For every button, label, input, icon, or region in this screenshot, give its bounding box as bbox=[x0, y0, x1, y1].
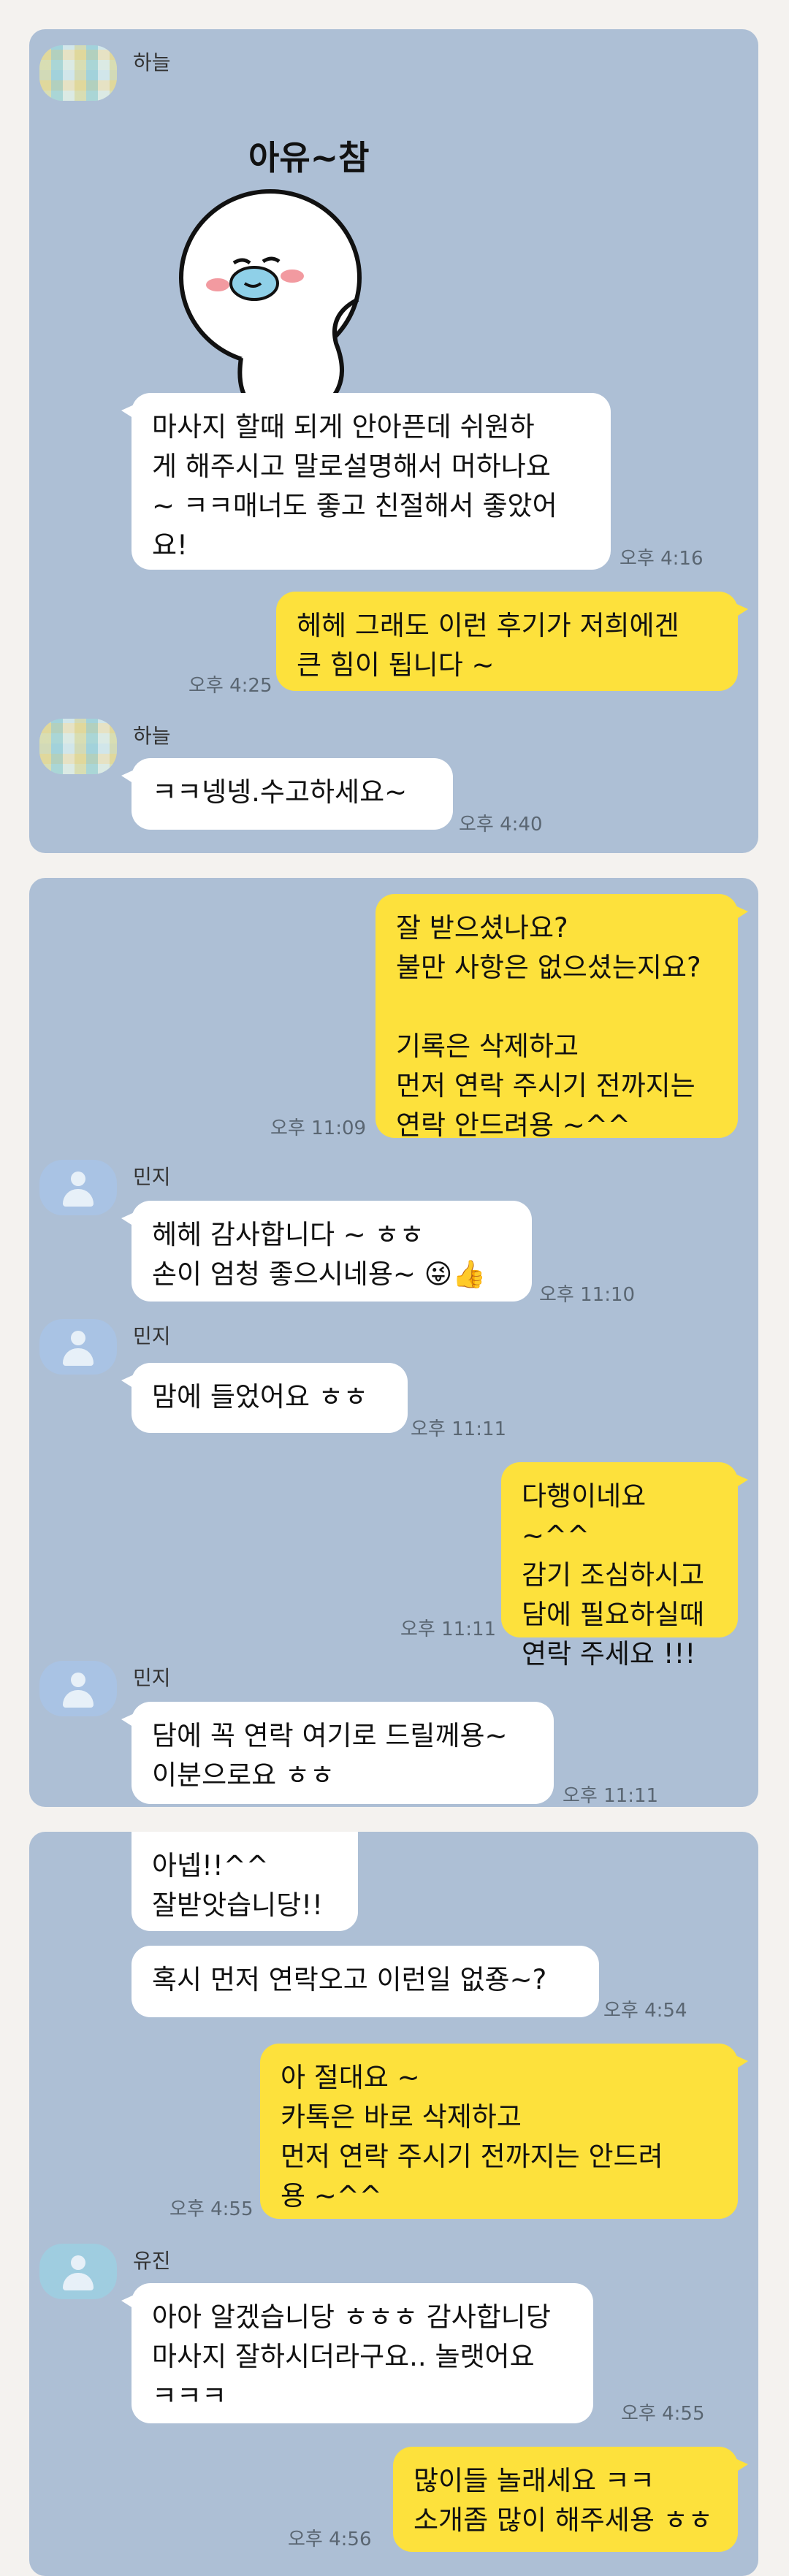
avatar[interactable] bbox=[39, 45, 117, 101]
avatar[interactable] bbox=[39, 719, 117, 774]
sender-name: 하늘 bbox=[133, 724, 171, 748]
sender-name: 민지 bbox=[133, 1324, 171, 1348]
avatar[interactable] bbox=[39, 1160, 117, 1215]
message-time: 오후 11:11 bbox=[563, 1785, 659, 1807]
message-bubble[interactable]: 혹시 먼저 연락오고 이런일 없죵~? bbox=[132, 1946, 599, 2017]
chat-panel-1: 하늘 아유~참 마사지 할때 되게 안아픈데 쉬원하 게 해주시고 말로설명해서… bbox=[29, 29, 758, 853]
default-avatar-icon bbox=[71, 1673, 85, 1687]
message-time: 오후 11:11 bbox=[411, 1418, 507, 1440]
message-time: 오후 11:10 bbox=[539, 1284, 636, 1306]
message-time: 오후 4:55 bbox=[621, 2403, 705, 2425]
message-time: 오후 4:40 bbox=[459, 814, 543, 836]
message-time: 오후 11:09 bbox=[270, 1117, 367, 1139]
default-avatar-icon bbox=[71, 2255, 85, 2270]
message-bubble[interactable]: 다행이네요 ~^^ 감기 조심하시고 담에 필요하실때 연락 주세요 !!! bbox=[501, 1462, 748, 1670]
sender-name: 민지 bbox=[133, 1666, 171, 1690]
message-bubble[interactable]: 맘에 들었어요 ㅎㅎ bbox=[121, 1363, 408, 1433]
message-time: 오후 4:56 bbox=[288, 2529, 372, 2550]
message-bubble[interactable]: 헤헤 감사합니다 ~ ㅎㅎ 손이 엄청 좋으시네용~ 😜👍 bbox=[121, 1201, 532, 1302]
message-time: 오후 4:54 bbox=[603, 2000, 687, 2022]
sender-name: 하늘 bbox=[133, 50, 171, 74]
message-time: 오후 4:55 bbox=[169, 2198, 254, 2220]
sticker-character-icon bbox=[179, 189, 362, 404]
message-bubble[interactable]: 아 절대요 ~ 카톡은 바로 삭제하고 먼저 연락 주시기 전까지는 안드려 용… bbox=[260, 2044, 748, 2219]
sticker: 아유~참 bbox=[175, 95, 394, 404]
message-bubble[interactable]: 아넵!!^^ 잘받앗습니당!! bbox=[132, 1832, 358, 1931]
message-bubble[interactable]: 담에 꼭 연락 여기로 드릴께용~ 이분으로요 ㅎㅎ bbox=[121, 1702, 554, 1804]
message-bubble[interactable]: 헤헤 그래도 이런 후기가 저희에겐 큰 힘이 됩니다 ~ bbox=[276, 592, 748, 691]
avatar[interactable] bbox=[39, 2244, 117, 2299]
sender-name: 민지 bbox=[133, 1165, 171, 1189]
avatar[interactable] bbox=[39, 1319, 117, 1375]
message-time: 오후 11:11 bbox=[400, 1618, 497, 1640]
chat-panel-3: 아넵!!^^ 잘받앗습니당!! 혹시 먼저 연락오고 이런일 없죵~? 오후 4… bbox=[29, 1832, 758, 2576]
message-bubble[interactable]: ㅋㅋ넹넹.수고하세요~ bbox=[121, 758, 453, 830]
message-bubble[interactable]: 마사지 할때 되게 안아픈데 쉬원하 게 해주시고 말로설명해서 머하나요 ~ … bbox=[121, 393, 611, 570]
default-avatar-icon bbox=[71, 1172, 85, 1186]
sticker-caption: 아유~참 bbox=[248, 138, 370, 177]
chat-panel-2: 잘 받으셨나요? 불만 사항은 없으셨는지요? 기록은 삭제하고 먼저 연락 주… bbox=[29, 878, 758, 1807]
message-time: 오후 4:25 bbox=[188, 675, 272, 697]
message-bubble[interactable]: 많이들 놀래세요 ㅋㅋ 소개좀 많이 해주세용 ㅎㅎ bbox=[393, 2447, 748, 2552]
message-bubble[interactable]: 아아 알겠습니당 ㅎㅎㅎ 감사합니당 마사지 잘하시더라구요.. 놀랫어요 ㅋㅋ… bbox=[121, 2283, 593, 2423]
message-time: 오후 4:16 bbox=[620, 548, 704, 570]
default-avatar-icon bbox=[71, 1331, 85, 1345]
message-bubble[interactable]: 잘 받으셨나요? 불만 사항은 없으셨는지요? 기록은 삭제하고 먼저 연락 주… bbox=[376, 894, 748, 1141]
sender-name: 유진 bbox=[133, 2249, 171, 2273]
avatar[interactable] bbox=[39, 1661, 117, 1716]
